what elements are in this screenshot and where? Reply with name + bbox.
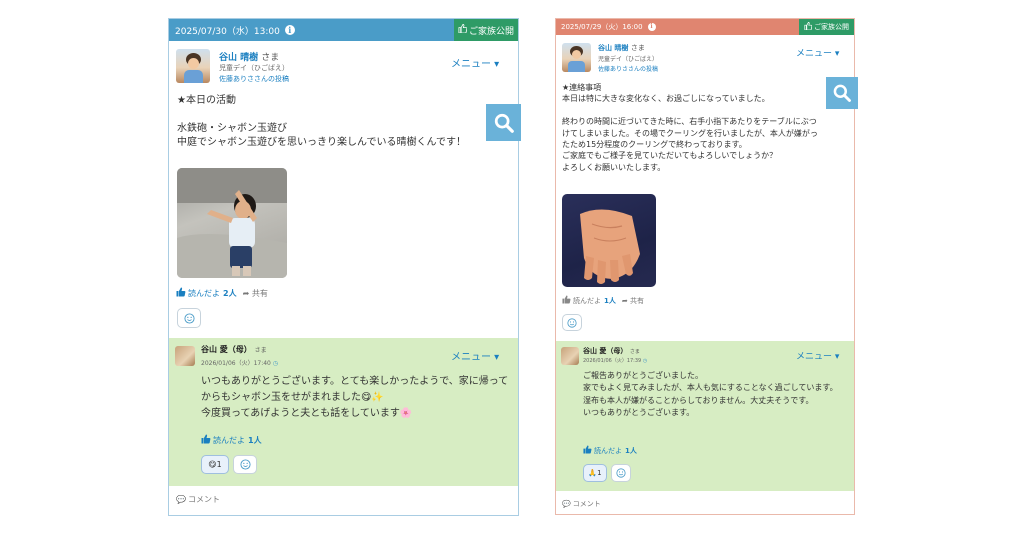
avatar <box>176 49 210 83</box>
reply-body: いつもありがとうございます。とても楽しかったようで、家に帰ってからもシャボン玉を… <box>201 376 509 419</box>
comment-button[interactable]: 💬 コメント <box>562 499 601 509</box>
read-count[interactable]: 1人 <box>604 296 616 306</box>
post-photo[interactable] <box>177 168 287 278</box>
search-button[interactable] <box>486 104 521 141</box>
post-menu-button[interactable]: メニュー ▾ <box>451 55 499 70</box>
smiley-icon <box>616 468 626 478</box>
smiley-icon <box>567 317 577 328</box>
reply-date: 2026/01/06（火）17:40 ◷ <box>201 360 279 367</box>
search-icon <box>494 113 514 133</box>
reaction-chip[interactable]: 🙏1 <box>583 464 607 482</box>
read-label[interactable]: 読んだよ <box>594 446 622 456</box>
reply-read-status-row: 読んだよ 1人 <box>583 445 637 456</box>
search-icon <box>833 84 851 102</box>
service-name: 児童デイ（ひごばえ） <box>598 56 659 63</box>
add-reaction-button[interactable] <box>233 455 257 474</box>
thumbs-up-icon <box>458 24 468 36</box>
read-count[interactable]: 1人 <box>248 435 262 446</box>
reply-section: 谷山 愛（母） さま 2026/01/06（火）17:40 ◷ メニュー ▾ い… <box>169 338 518 486</box>
reaction-chip[interactable]: 😋1 <box>201 455 229 474</box>
post-date: 2025/07/30（水）13:00 <box>175 26 280 37</box>
post-card-1: 2025/07/29（火）16:00 i ご家族公開 谷山 晴樹 さま 児童デイ… <box>555 18 855 515</box>
thumbs-up-icon[interactable] <box>583 445 592 456</box>
info-icon[interactable]: i <box>284 25 295 35</box>
share-button[interactable]: ➦ 共有 <box>243 288 268 299</box>
family-public-badge: ご家族公開 <box>799 19 854 35</box>
add-reaction-button[interactable] <box>562 314 582 331</box>
post-body: ★本日の活動 水鉄砲・シャボン玉遊び 中庭でシャボン玉遊びを思いっきり楽しんでい… <box>177 95 466 148</box>
comment-icon: 💬 <box>176 495 186 504</box>
read-label[interactable]: 読んだよ <box>573 296 601 306</box>
avatar <box>175 346 195 366</box>
share-icon: ➦ <box>242 288 250 298</box>
read-status-row: 読んだよ 1人 ➦ 共有 <box>562 295 644 306</box>
read-count[interactable]: 1人 <box>625 446 637 456</box>
add-reaction-button[interactable] <box>177 308 201 328</box>
smiley-icon <box>239 459 251 470</box>
read-status-row: 読んだよ 2人 ➦ 共有 <box>176 287 268 299</box>
reply-menu-button[interactable]: メニュー ▾ <box>451 348 499 363</box>
reply-author-name[interactable]: 谷山 愛（母） さま <box>583 346 640 356</box>
post-photo[interactable] <box>562 194 656 287</box>
post-card-0: 2025/07/30（水）13:00 i ご家族公開 谷山 晴樹 さま 児童デイ… <box>168 18 519 516</box>
clock-icon: ◷ <box>272 360 279 367</box>
post-menu-button[interactable]: メニュー ▾ <box>796 46 839 59</box>
avatar <box>561 347 579 365</box>
family-public-badge: ご家族公開 <box>454 19 518 41</box>
poster-name[interactable]: 佐藤ありささんの投稿 <box>219 74 289 84</box>
reply-menu-button[interactable]: メニュー ▾ <box>796 349 839 362</box>
post-date-bar: 2025/07/29（火）16:00 i <box>556 19 801 35</box>
share-icon: ➦ <box>621 296 628 305</box>
reply-body: ご報告ありがとうございました。 家でもよく見てみましたが、本人も気にすることなく… <box>583 371 838 418</box>
post-body: ★連絡事項 本日は特に大きな変化なく、お過ごしになっていました。 終わりの時間に… <box>562 83 818 172</box>
reply-date: 2026/01/06（火）17:39 ◷ <box>583 358 648 364</box>
read-label[interactable]: 読んだよ <box>188 288 220 299</box>
reply-read-status-row: 読んだよ 1人 <box>201 434 262 446</box>
share-button[interactable]: ➦ 共有 <box>622 296 644 306</box>
comment-icon: 💬 <box>562 500 571 508</box>
read-label[interactable]: 読んだよ <box>213 435 245 446</box>
avatar <box>562 43 591 72</box>
add-reaction-button[interactable] <box>611 464 631 482</box>
post-date-bar: 2025/07/30（水）13:00 i <box>169 19 456 41</box>
comment-button[interactable]: 💬 コメント <box>176 494 220 505</box>
author-name[interactable]: 谷山 晴樹 さま <box>219 50 279 63</box>
clock-icon: ◷ <box>642 358 648 364</box>
reply-section: 谷山 愛（母） さま 2026/01/06（火）17:39 ◷ メニュー ▾ ご… <box>556 341 854 491</box>
thumbs-up-icon[interactable] <box>176 287 186 299</box>
author-name[interactable]: 谷山 晴樹 さま <box>598 43 645 53</box>
search-button[interactable] <box>826 77 858 109</box>
poster-name[interactable]: 佐藤ありささんの投稿 <box>598 64 658 73</box>
service-name: 児童デイ（ひごばえ） <box>219 64 289 72</box>
read-count[interactable]: 2人 <box>223 288 237 299</box>
smiley-icon <box>183 312 195 324</box>
thumbs-up-icon[interactable] <box>562 295 571 306</box>
thumbs-up-icon[interactable] <box>201 434 211 446</box>
info-icon[interactable]: i <box>647 23 656 31</box>
thumbs-up-icon <box>804 22 813 32</box>
reply-author-name[interactable]: 谷山 愛（母） さま <box>201 344 267 355</box>
post-date: 2025/07/29（火）16:00 <box>561 23 643 31</box>
